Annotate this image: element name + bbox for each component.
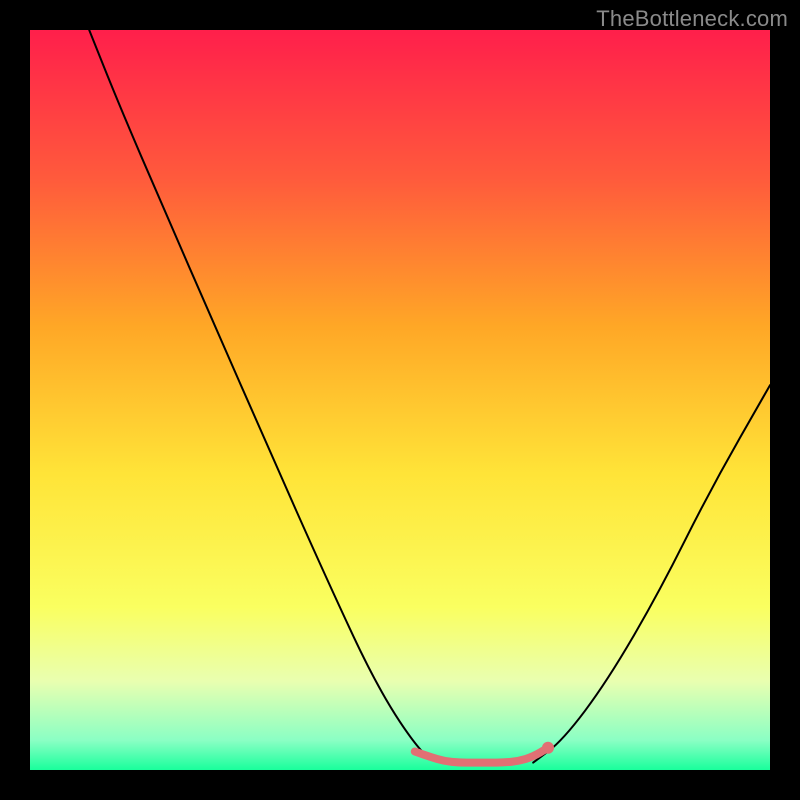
pink-endpoint-marker	[542, 742, 554, 754]
chart-frame: TheBottleneck.com	[0, 0, 800, 800]
plot-area	[30, 30, 770, 770]
gradient-background	[30, 30, 770, 770]
chart-svg	[30, 30, 770, 770]
watermark-text: TheBottleneck.com	[596, 6, 788, 32]
